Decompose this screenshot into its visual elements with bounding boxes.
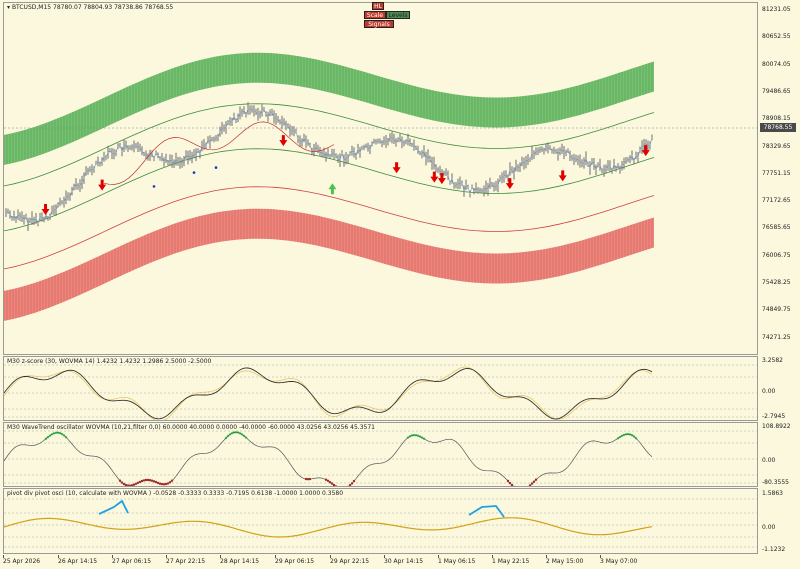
- time-axis-label: 27 Apr 22:15: [166, 558, 206, 565]
- price-axis[interactable]: 81231.05 80652.55 80074.05 79486.65 78908.15…: [758, 2, 800, 355]
- time-axis-label: 25 Apr 2026: [3, 558, 41, 565]
- time-axis-label: 3 May 07:00: [600, 558, 638, 565]
- price-axis-label: 80652.55: [762, 33, 791, 41]
- time-axis-label: 28 Apr 14:15: [220, 558, 260, 565]
- scale-button[interactable]: Scale: [364, 11, 386, 19]
- pivot-pane[interactable]: pivot div pivot osci (10, calculate with…: [3, 488, 758, 554]
- wavetrend-axis-max: 108.8922: [762, 423, 791, 430]
- time-axis-label: 29 Apr 06:15: [275, 558, 315, 565]
- sell-arrow-icon: [558, 170, 567, 182]
- sell-arrow-icon: [41, 204, 50, 216]
- price-axis-label: 78908.15: [762, 115, 791, 123]
- time-axis[interactable]: 25 Apr 2026 26 Apr 14:15 27 Apr 06:15 27 Ap…: [0, 555, 758, 569]
- price-axis-label: 79486.65: [762, 87, 791, 95]
- time-axis-label: 1 May 22:15: [492, 558, 530, 565]
- scale-button-label: Scale: [366, 12, 384, 19]
- wavetrend-axis-min: -80.3555: [762, 479, 789, 486]
- wavetrend-line: [4, 431, 653, 486]
- zscore-axis-zero: 0.00: [762, 388, 776, 395]
- current-price-tag: 78768.55: [760, 123, 796, 132]
- price-axis-label: 77751.15: [762, 169, 791, 177]
- pivot-axis-zero: 0.00: [762, 524, 776, 531]
- sell-arrow-icon: [279, 135, 288, 147]
- pivot-title: pivot div pivot osci (10, calculate with…: [7, 490, 344, 497]
- main-price-pane[interactable]: ▾ BTCUSD,M15 78780.07 78804.93 78738.86 …: [3, 2, 758, 355]
- wavetrend-pane[interactable]: M30 WaveTrend oscillator WOVMA (10,21,fi…: [3, 422, 758, 487]
- price-axis-label: 74271.25: [762, 333, 791, 341]
- levels-button-label: Levels: [388, 12, 408, 19]
- price-axis-label: 78329.65: [762, 142, 791, 150]
- zscore-pane[interactable]: M30 z-score (30, WOVMA 14) 1.4232 1.4232…: [3, 356, 758, 421]
- pivot-high-segment: [468, 505, 505, 518]
- blue-dot: [214, 166, 218, 169]
- chart-window: ▾ BTCUSD,M15 78780.07 78804.93 78738.86 …: [0, 0, 800, 569]
- zscore-title: M30 z-score (30, WOVMA 14) 1.4232 1.4232…: [7, 358, 212, 365]
- sell-arrow-icon: [641, 145, 650, 157]
- pivot-canvas: [4, 498, 757, 548]
- time-axis-label: 26 Apr 14:15: [58, 558, 98, 565]
- wavetrend-axis-zero: 0.00: [762, 457, 776, 464]
- price-axis-label: 80074.05: [762, 60, 791, 68]
- time-axis-label: 27 Apr 06:15: [112, 558, 152, 565]
- hl-button[interactable]: HL: [372, 2, 384, 10]
- zscore-axis[interactable]: 3.2582 0.00 -2.7945: [758, 356, 800, 421]
- price-axis-label: 76006.75: [762, 251, 791, 259]
- wavetrend-title: M30 WaveTrend oscillator WOVMA (10,21,fi…: [7, 424, 375, 431]
- levels-button[interactable]: Levels: [386, 11, 410, 19]
- sell-arrow-icon: [437, 173, 446, 185]
- sell-arrow-icon: [430, 171, 439, 183]
- price-axis-label: 74849.75: [762, 306, 791, 314]
- zscore-canvas: [4, 364, 757, 420]
- hl-button-label: HL: [374, 3, 382, 10]
- time-axis-label: 1 May 06:15: [438, 558, 476, 565]
- symbol-info: ▾ BTCUSD,M15 78780.07 78804.93 78738.86 …: [7, 4, 173, 11]
- signals-button-label: Signals: [368, 21, 390, 28]
- pivot-high-segment: [98, 499, 129, 515]
- signal-line: [103, 121, 335, 185]
- zscore-axis-max: 3.2582: [762, 357, 783, 364]
- price-axis-label: 75428.25: [762, 279, 791, 286]
- buy-arrow-icon: [328, 183, 337, 195]
- time-axis-label: 29 Apr 22:15: [330, 558, 370, 565]
- symbol-info-text: BTCUSD,M15 78780.07 78804.93 78738.86 78…: [11, 4, 174, 11]
- sell-arrow-icon: [98, 179, 107, 191]
- pivot-axis-min: -1.1232: [762, 546, 786, 553]
- signals-button[interactable]: Signals: [364, 20, 394, 28]
- blue-dot: [152, 185, 156, 188]
- price-axis-label: 81231.05: [762, 6, 791, 13]
- blue-dot: [192, 171, 196, 174]
- wavetrend-axis[interactable]: 108.8922 0.00 -80.3555: [758, 422, 800, 487]
- price-chart-canvas: [4, 52, 757, 321]
- pivot-axis[interactable]: 1.5863 0.00 -1.1232: [758, 488, 800, 554]
- time-axis-label: 2 May 15:00: [546, 558, 584, 565]
- sell-arrow-icon: [392, 162, 401, 174]
- time-axis-label: 30 Apr 14:15: [384, 558, 424, 565]
- zscore-signal-line: [4, 366, 653, 420]
- pivot-line: [4, 517, 653, 538]
- wavetrend-oversold-mark: [337, 486, 339, 487]
- sell-arrow-icon: [505, 178, 514, 190]
- current-price-label: 78768.55: [763, 124, 793, 131]
- price-axis-label: 77172.65: [762, 197, 791, 205]
- zscore-line: [4, 367, 653, 420]
- price-axis-label: 76585.65: [762, 224, 791, 232]
- pivot-axis-max: 1.5863: [762, 490, 783, 497]
- zscore-axis-min: -2.7945: [762, 413, 786, 420]
- wavetrend-oversold-mark: [527, 486, 529, 487]
- dropdown-arrow-icon[interactable]: ▾: [7, 4, 10, 11]
- wavetrend-canvas: [4, 430, 757, 487]
